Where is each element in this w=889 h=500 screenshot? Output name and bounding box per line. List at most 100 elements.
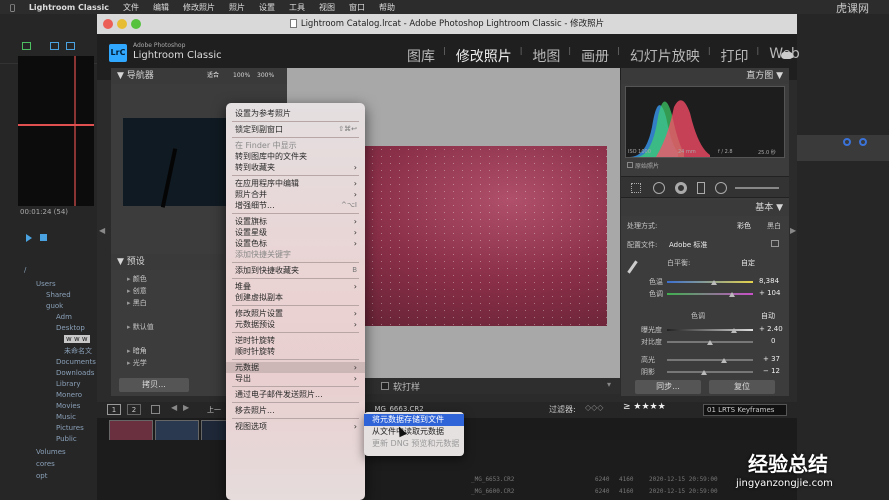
menubar-item-view[interactable]: 视图: [319, 2, 335, 13]
context-menu-item[interactable]: 在应用程序中编辑 ›: [226, 178, 365, 189]
menubar-item-tools[interactable]: 工具: [289, 2, 305, 13]
context-menu-item[interactable]: 照片合并 ›: [226, 189, 365, 200]
module-book[interactable]: 画册: [581, 46, 609, 66]
menubar-item-photo[interactable]: 照片: [229, 2, 245, 13]
context-menu-item[interactable]: 创建虚拟副本: [226, 292, 365, 303]
preset-item[interactable]: ▸ 光学: [127, 358, 147, 368]
eyedropper-icon[interactable]: [627, 260, 638, 274]
context-menu-item[interactable]: 设置星级 ›: [226, 227, 365, 238]
module-slideshow[interactable]: 幻灯片放映: [630, 46, 700, 66]
toolbar-menu-icon[interactable]: ▾: [607, 380, 611, 389]
exposure-value[interactable]: + 2.40: [759, 325, 783, 333]
zoom-300[interactable]: 300%: [257, 68, 274, 84]
folder-item[interactable]: Monero: [56, 391, 82, 399]
apple-icon[interactable]: : [10, 3, 15, 12]
stop-icon[interactable]: [40, 234, 47, 241]
exposure-slider[interactable]: [667, 329, 753, 331]
folder-item[interactable]: Movies: [56, 402, 80, 410]
collapse-left-icon[interactable]: ◀: [99, 226, 105, 235]
highlights-slider[interactable]: [667, 359, 753, 361]
folder-item[interactable]: guok: [46, 302, 63, 310]
menubar-item-help[interactable]: 帮助: [379, 2, 395, 13]
folder-item[interactable]: Desktop: [56, 324, 85, 332]
context-menu-item[interactable]: 元数据预设 ›: [226, 319, 365, 330]
grid-icon[interactable]: [151, 405, 160, 414]
preset-item[interactable]: ▸ 颜色: [127, 274, 147, 284]
filmstrip-thumbnail[interactable]: [109, 420, 153, 440]
histogram[interactable]: ISO 1000 24 mm f / 2.8 25.0 秒: [625, 86, 785, 158]
play-icon[interactable]: [26, 234, 32, 242]
context-menu-item[interactable]: 转到收藏夹 ›: [226, 162, 365, 173]
contrast-value[interactable]: 0: [771, 337, 775, 345]
flag-filter-icons[interactable]: ◇◇◇: [585, 403, 603, 412]
page-2[interactable]: 2: [127, 404, 141, 415]
temp-value[interactable]: 8,384: [759, 277, 779, 285]
navigator-header[interactable]: ▼ 导航器 适合 100% 300%: [111, 68, 287, 84]
temp-slider[interactable]: [667, 281, 753, 283]
folder-item[interactable]: Shared: [46, 291, 71, 299]
shadows-value[interactable]: − 12: [763, 367, 780, 375]
close-window-button[interactable]: [103, 19, 113, 29]
folder-item[interactable]: Downloads: [56, 369, 94, 377]
shadows-slider[interactable]: [667, 371, 753, 373]
folder-item[interactable]: /: [24, 266, 26, 274]
bg-circle-icon[interactable]: [859, 138, 867, 146]
original-photo-checkbox[interactable]: [627, 162, 633, 168]
context-menu-item[interactable]: 锁定到副窗口 ⇧⌘↩: [226, 124, 365, 135]
folder-item[interactable]: opt: [36, 472, 47, 480]
context-menu-item[interactable]: 元数据 ›: [226, 362, 365, 373]
context-menu-item[interactable]: 修改照片设置 ›: [226, 308, 365, 319]
profile-value[interactable]: Adobe 标准: [669, 240, 707, 250]
context-menu-item[interactable]: 堆叠 ›: [226, 281, 365, 292]
folder-item[interactable]: Pictures: [56, 424, 84, 432]
folder-item[interactable]: Users: [36, 280, 56, 288]
brush-slider[interactable]: [735, 187, 779, 189]
context-menu-item[interactable]: 转到图库中的文件夹: [226, 151, 365, 162]
module-print[interactable]: 打印: [721, 46, 749, 66]
bg-tool-icon[interactable]: [50, 42, 59, 50]
menubar-item-file[interactable]: 文件: [123, 2, 139, 13]
temp-slider-thumb[interactable]: [711, 280, 717, 285]
tint-value[interactable]: + 104: [759, 289, 780, 297]
context-menu-item[interactable]: 设置旗标 ›: [226, 216, 365, 227]
cloud-sync-icon[interactable]: [781, 52, 793, 59]
crop-icon[interactable]: [631, 183, 641, 193]
minimize-window-button[interactable]: [117, 19, 127, 29]
submenu-item[interactable]: 将元数据存储到文件: [364, 414, 464, 426]
bg-circle-icon[interactable]: [843, 138, 851, 146]
folder-item[interactable]: Music: [56, 413, 76, 421]
submenu-item[interactable]: 从文件中读取元数据: [364, 426, 464, 438]
highlights-slider-thumb[interactable]: [721, 358, 727, 363]
context-menu-item[interactable]: 添加到快捷收藏夹 B: [226, 265, 365, 276]
forward-arrow-icon[interactable]: ▶: [183, 403, 189, 412]
histogram-header[interactable]: 直方图 ▼: [621, 68, 789, 84]
context-menu-item[interactable]: 顺时针旋转: [226, 346, 365, 357]
module-library[interactable]: 图库: [407, 46, 435, 66]
graduated-filter-icon[interactable]: [697, 182, 705, 194]
collapse-right-icon[interactable]: ▶: [790, 226, 796, 235]
tint-slider-thumb[interactable]: [729, 292, 735, 297]
rating-filter-stars[interactable]: ≥ ★★★★: [623, 402, 666, 412]
folder-item[interactable]: 未命名文: [64, 346, 92, 356]
page-1[interactable]: 1: [107, 404, 121, 415]
folder-item[interactable]: Volumes: [36, 448, 66, 456]
context-menu-item[interactable]: 移去照片...: [226, 405, 365, 416]
redeye-icon[interactable]: [675, 182, 687, 194]
highlights-value[interactable]: + 37: [763, 355, 780, 363]
menubar-item-settings[interactable]: 设置: [259, 2, 275, 13]
copy-button[interactable]: 拷贝...: [119, 378, 189, 392]
softproof-checkbox[interactable]: [381, 382, 389, 390]
folder-item[interactable]: Public: [56, 435, 77, 443]
treatment-color[interactable]: 彩色: [737, 221, 751, 231]
context-menu-item[interactable]: 通过电子邮件发送照片...: [226, 389, 365, 400]
preset-item[interactable]: ▸ 创意: [127, 286, 147, 296]
module-map[interactable]: 地图: [532, 46, 560, 66]
bg-tool-icon[interactable]: [66, 42, 75, 50]
tone-auto[interactable]: 自动: [761, 311, 775, 321]
back-arrow-icon[interactable]: ◀: [171, 403, 177, 412]
basic-header[interactable]: 基本 ▼: [621, 200, 789, 216]
profile-browser-icon[interactable]: [771, 240, 779, 247]
context-menu-item[interactable]: 视图选项 ›: [226, 421, 365, 432]
contrast-slider-thumb[interactable]: [707, 340, 713, 345]
preset-item[interactable]: ▸ 默认值: [127, 322, 154, 332]
